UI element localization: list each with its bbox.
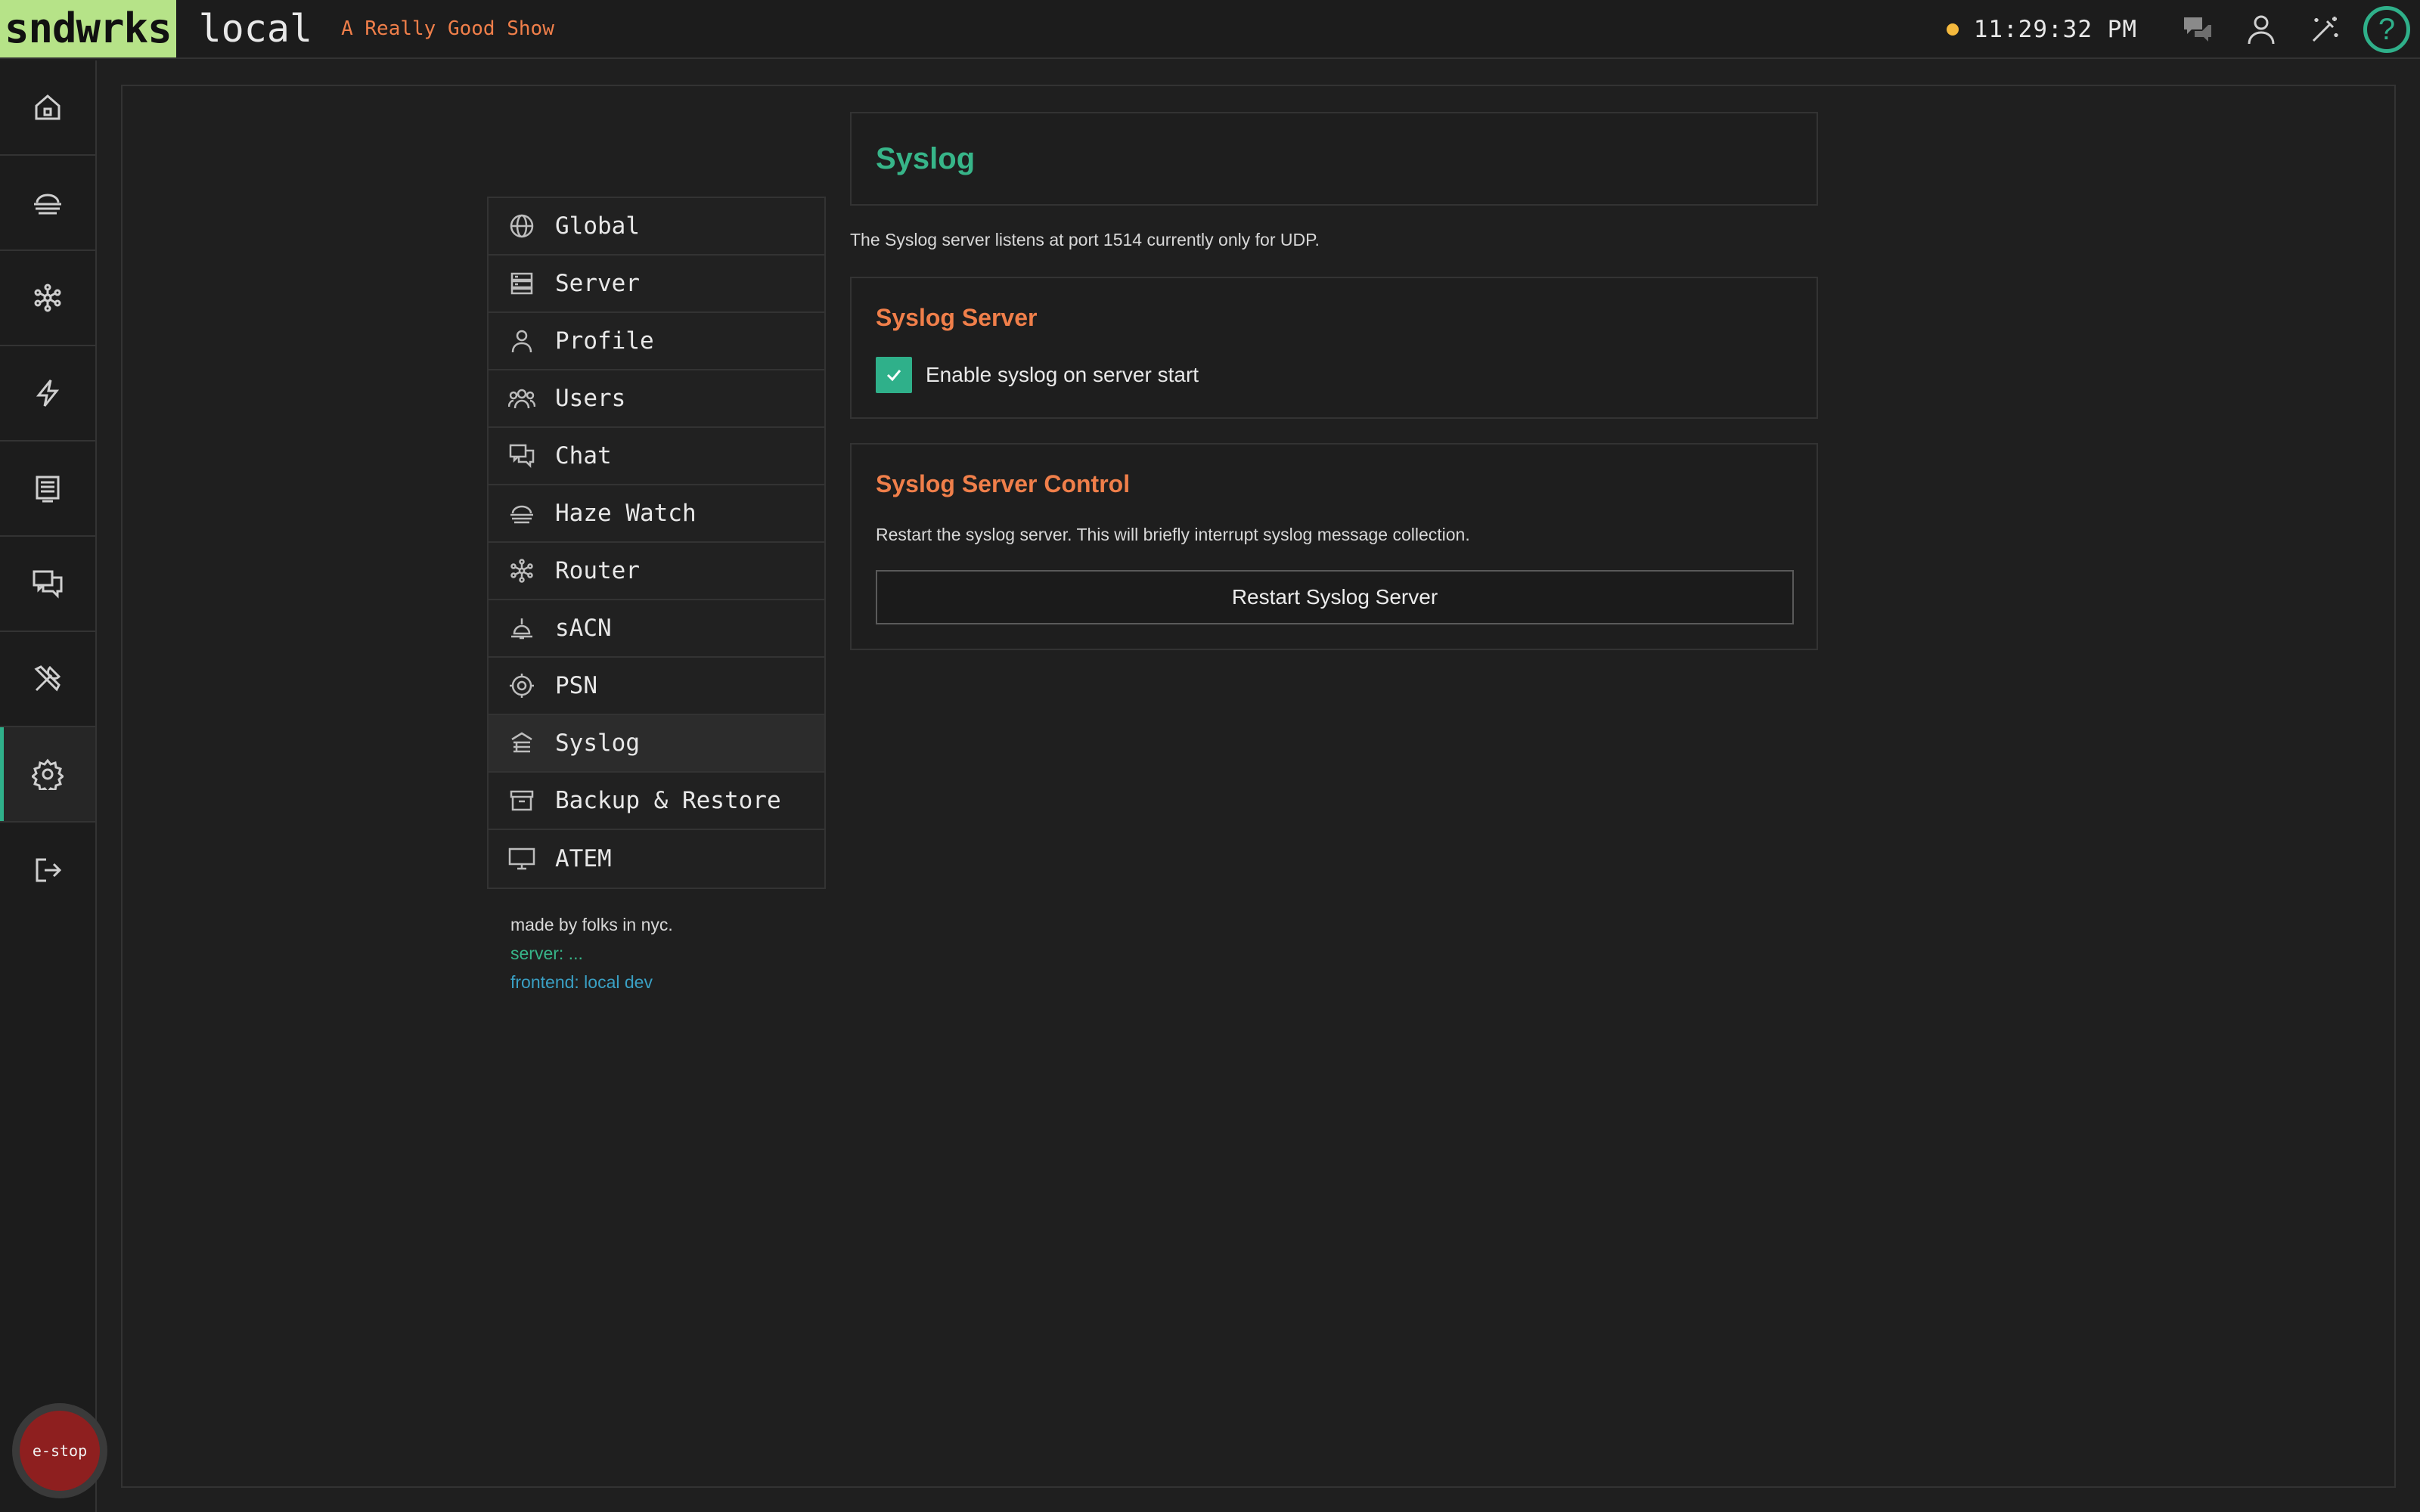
- rail-logout[interactable]: [0, 823, 95, 918]
- rail-router[interactable]: [0, 251, 95, 346]
- nav-label: Router: [555, 557, 640, 584]
- nav-label: Profile: [555, 327, 654, 355]
- estop-label: e-stop: [20, 1411, 100, 1491]
- users-icon: [508, 385, 535, 412]
- chat-icon: [31, 569, 64, 599]
- nav-label: Users: [555, 385, 626, 412]
- settings-nav-server[interactable]: Server: [489, 256, 824, 313]
- rail-home[interactable]: [0, 60, 95, 156]
- top-right-controls: 11:29:32 PM ?: [1946, 0, 2420, 59]
- nav-label: PSN: [555, 672, 597, 699]
- syslog-server-card: Syslog Server Enable syslog on server st…: [850, 277, 1818, 419]
- syslog-icon: [508, 730, 535, 757]
- globe-icon: [508, 212, 535, 240]
- settings-nav-global[interactable]: Global: [489, 198, 824, 256]
- server-icon: [508, 270, 535, 297]
- archive-icon: [508, 787, 535, 814]
- haze-icon: [508, 500, 535, 527]
- settings-nav-sacn[interactable]: sACN: [489, 600, 824, 658]
- rail-settings[interactable]: [0, 727, 95, 823]
- checkmark-icon: [884, 365, 904, 385]
- syslog-control-card: Syslog Server Control Restart the syslog…: [850, 443, 1818, 650]
- settings-nav-syslog[interactable]: Syslog: [489, 715, 824, 773]
- display-icon: [33, 473, 63, 503]
- target-icon: [508, 672, 535, 699]
- lightning-icon: [33, 378, 63, 408]
- home-icon: [33, 92, 63, 122]
- brand-logo[interactable]: sndwrks: [0, 0, 176, 57]
- settings-nav-atem[interactable]: ATEM: [489, 830, 824, 888]
- nav-label: Backup & Restore: [555, 787, 781, 814]
- rail-haze[interactable]: [0, 156, 95, 251]
- enable-syslog-checkbox[interactable]: [876, 357, 912, 393]
- haze-icon: [31, 187, 64, 218]
- settings-icon: [32, 758, 64, 790]
- rail-chat[interactable]: [0, 537, 95, 632]
- syslog-server-title: Syslog Server: [876, 304, 1038, 331]
- nav-label: Global: [555, 212, 640, 240]
- rail-tools[interactable]: [0, 632, 95, 727]
- settings-nav-psn[interactable]: PSN: [489, 658, 824, 715]
- rail-display[interactable]: [0, 442, 95, 537]
- main-panel: Global Server Profile Users Chat Haze Wa…: [121, 85, 2396, 1488]
- nav-label: Server: [555, 270, 640, 297]
- version-info: made by folks in nyc. server: ... fronte…: [510, 910, 673, 996]
- help-label: ?: [2363, 6, 2410, 53]
- rail-lightning[interactable]: [0, 346, 95, 442]
- page-title: Syslog: [876, 142, 976, 175]
- enable-syslog-label: Enable syslog on server start: [926, 363, 1199, 386]
- top-bar: sndwrks local A Really Good Show 11:29:3…: [0, 0, 2420, 59]
- help-icon[interactable]: ?: [2356, 0, 2420, 59]
- settings-nav-chat[interactable]: Chat: [489, 428, 824, 485]
- logout-icon: [33, 855, 63, 885]
- settings-nav-users[interactable]: Users: [489, 370, 824, 428]
- workspace-name: local: [198, 7, 313, 51]
- tools-icon: [32, 663, 64, 695]
- syslog-control-description: Restart the syslog server. This will bri…: [876, 525, 1470, 544]
- page-title-card: Syslog: [850, 112, 1818, 206]
- chat-icon: [508, 442, 535, 469]
- frontend-version-link[interactable]: frontend: local dev: [510, 968, 673, 996]
- magic-wand-icon[interactable]: [2293, 0, 2356, 59]
- connection-status-dot: [1946, 23, 1959, 36]
- nav-label: Syslog: [555, 730, 640, 757]
- settings-nav-haze-watch[interactable]: Haze Watch: [489, 485, 824, 543]
- clock: 11:29:32 PM: [1973, 16, 2137, 43]
- nav-label: sACN: [555, 615, 612, 642]
- made-by-text: made by folks in nyc.: [510, 915, 673, 934]
- settings-nav-profile[interactable]: Profile: [489, 313, 824, 370]
- enable-syslog-row: Enable syslog on server start: [876, 357, 1199, 393]
- settings-nav-router[interactable]: Router: [489, 543, 824, 600]
- syslog-control-title: Syslog Server Control: [876, 470, 1131, 497]
- syslog-description: The Syslog server listens at port 1514 c…: [850, 230, 1320, 249]
- restart-syslog-button[interactable]: Restart Syslog Server: [876, 570, 1794, 624]
- monitor-icon: [508, 845, 535, 872]
- chat-bubbles-icon[interactable]: [2166, 0, 2229, 59]
- nav-label: ATEM: [555, 845, 612, 872]
- user-icon[interactable]: [2229, 0, 2293, 59]
- settings-nav: Global Server Profile Users Chat Haze Wa…: [487, 197, 826, 889]
- estop-button[interactable]: e-stop: [12, 1403, 107, 1498]
- show-name: A Really Good Show: [341, 17, 554, 40]
- router-icon: [508, 557, 535, 584]
- lamp-icon: [508, 615, 535, 642]
- person-icon: [508, 327, 535, 355]
- left-rail: [0, 60, 97, 1512]
- server-version-link[interactable]: server: ...: [510, 939, 673, 968]
- router-icon: [33, 283, 63, 313]
- nav-label: Chat: [555, 442, 612, 469]
- nav-label: Haze Watch: [555, 500, 697, 527]
- settings-nav-backup-restore[interactable]: Backup & Restore: [489, 773, 824, 830]
